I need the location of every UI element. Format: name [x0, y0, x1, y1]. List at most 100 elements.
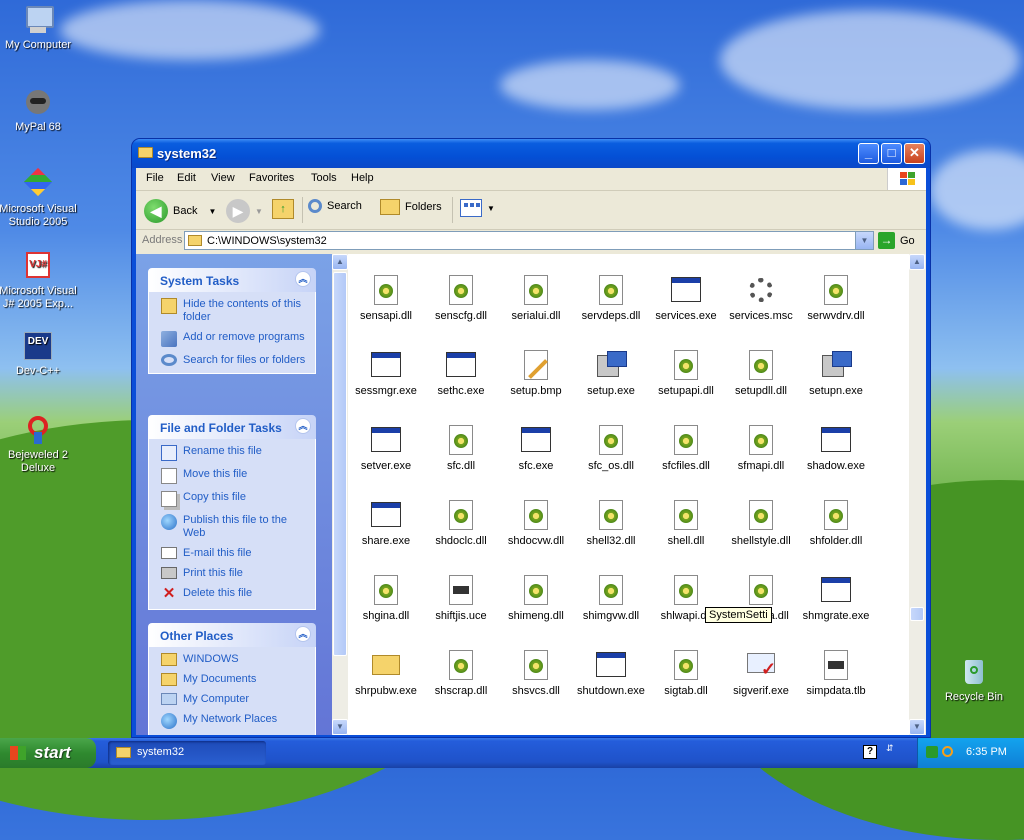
folders-button[interactable]: Folders — [380, 199, 442, 215]
file-item[interactable]: setupdll.dll — [721, 349, 801, 397]
collapse-icon[interactable]: ︽ — [295, 418, 311, 434]
task-copy-file[interactable]: Copy this file — [161, 491, 307, 507]
task-print-file[interactable]: Print this file — [161, 567, 307, 580]
menu-edit[interactable]: Edit — [177, 172, 196, 184]
file-item[interactable]: setver.exe — [346, 424, 426, 472]
up-folder-button[interactable]: ↑ — [272, 199, 294, 219]
chevron-down-icon[interactable]: ▼ — [208, 207, 216, 216]
scroll-thumb[interactable] — [910, 607, 924, 621]
go-button[interactable]: → Go — [878, 232, 915, 249]
task-delete-file[interactable]: ✕ Delete this file — [161, 586, 307, 603]
help-icon[interactable]: ? — [863, 745, 877, 759]
scroll-down-button[interactable]: ▼ — [332, 719, 348, 735]
panel-header[interactable]: System Tasks ︽ — [148, 268, 316, 292]
back-button[interactable]: ◀ Back ▼ — [144, 199, 216, 223]
search-tray-icon[interactable] — [942, 746, 953, 757]
views-button[interactable]: ▼ — [460, 199, 495, 217]
file-item[interactable]: senscfg.dll — [421, 274, 501, 322]
file-item[interactable]: serialui.dll — [496, 274, 576, 322]
address-dropdown-button[interactable]: ▼ — [855, 232, 873, 249]
scroll-up-button[interactable]: ▲ — [332, 254, 348, 270]
task-email-file[interactable]: E-mail this file — [161, 547, 307, 560]
address-input[interactable]: C:\WINDOWS\system32 ▼ — [184, 231, 874, 250]
title-bar[interactable]: system32 _ □ ✕ — [132, 139, 930, 168]
desktop-icon-devcpp[interactable]: DEV Dev-C++ — [0, 330, 78, 378]
menu-help[interactable]: Help — [351, 172, 374, 184]
file-item[interactable]: shellstyle.dll — [721, 499, 801, 547]
file-item[interactable]: sfc_os.dll — [571, 424, 651, 472]
file-item[interactable]: shadow.exe — [796, 424, 876, 472]
file-item[interactable]: shdoclc.dll — [421, 499, 501, 547]
search-button[interactable]: Search — [308, 199, 362, 213]
maximize-button[interactable]: □ — [881, 143, 902, 164]
desktop-icon-bejeweled[interactable]: Bejeweled 2 Deluxe — [0, 414, 78, 475]
file-item[interactable]: shimeng.dll — [496, 574, 576, 622]
network-tray-icon[interactable] — [926, 746, 938, 758]
file-item[interactable]: sfmapi.dll — [721, 424, 801, 472]
file-item[interactable]: sethc.exe — [421, 349, 501, 397]
file-item[interactable]: setupn.exe — [796, 349, 876, 397]
file-item[interactable]: sfcfiles.dll — [646, 424, 726, 472]
file-item[interactable]: sigtab.dll — [646, 649, 726, 697]
file-item[interactable]: shfolder.dll — [796, 499, 876, 547]
taskbar-item-system32[interactable]: system32 — [108, 741, 266, 765]
file-item[interactable]: shmgrate.exe — [796, 574, 876, 622]
desktop-icon-visual-jsharp[interactable]: VJ# Microsoft Visual J# 2005 Exp... — [0, 250, 78, 311]
place-my-network[interactable]: My Network Places — [161, 713, 307, 729]
collapse-icon[interactable]: ︽ — [295, 626, 311, 642]
task-hide-contents[interactable]: Hide the contents of this folder — [161, 298, 307, 324]
forward-button[interactable]: ▶ ▼ — [226, 199, 263, 223]
task-publish-web[interactable]: Publish this file to the Web — [161, 514, 307, 540]
file-item[interactable]: services.msc — [721, 274, 801, 322]
task-move-file[interactable]: Move this file — [161, 468, 307, 484]
file-item[interactable]: shscrap.dll — [421, 649, 501, 697]
desktop-icon-visual-studio[interactable]: Microsoft Visual Studio 2005 — [0, 167, 78, 229]
desktop-icon-mypal[interactable]: MyPal 68 — [0, 86, 78, 134]
panel-header[interactable]: File and Folder Tasks ︽ — [148, 415, 316, 439]
file-item[interactable]: serwvdrv.dll — [796, 274, 876, 322]
file-item[interactable]: ✓ sigverif.exe — [721, 649, 801, 697]
file-item[interactable]: setup.exe — [571, 349, 651, 397]
file-item[interactable]: shiftjis.uce — [421, 574, 501, 622]
desktop-icon-recycle-bin[interactable]: Recycle Bin — [934, 656, 1014, 704]
file-list-scrollbar[interactable]: ▲ ▼ — [909, 254, 926, 735]
collapse-icon[interactable]: ︽ — [295, 271, 311, 287]
close-button[interactable]: ✕ — [904, 143, 925, 164]
scroll-up-button[interactable]: ▲ — [909, 254, 925, 270]
menu-tools[interactable]: Tools — [311, 172, 337, 184]
file-item[interactable]: sfc.exe — [496, 424, 576, 472]
file-item[interactable]: sfc.dll — [421, 424, 501, 472]
menu-file[interactable]: File — [146, 172, 164, 184]
file-item[interactable]: shrpubw.exe — [346, 649, 426, 697]
file-item[interactable]: share.exe — [346, 499, 426, 547]
file-item[interactable]: setup.bmp — [496, 349, 576, 397]
file-item[interactable]: sensapi.dll — [346, 274, 426, 322]
place-my-computer[interactable]: My Computer — [161, 693, 307, 706]
file-item[interactable]: servdeps.dll — [571, 274, 651, 322]
chevron-down-icon[interactable]: ▼ — [255, 207, 263, 216]
menu-view[interactable]: View — [211, 172, 235, 184]
file-item[interactable]: setupapi.dll — [646, 349, 726, 397]
desktop-icon-my-computer[interactable]: My Computer — [0, 4, 78, 52]
file-item[interactable]: sessmgr.exe — [346, 349, 426, 397]
place-my-documents[interactable]: My Documents — [161, 673, 307, 686]
minimize-button[interactable]: _ — [858, 143, 879, 164]
file-item[interactable]: shsvcs.dll — [496, 649, 576, 697]
menu-favorites[interactable]: Favorites — [249, 172, 294, 184]
lang-icon[interactable]: ⇵ — [886, 743, 894, 754]
scroll-down-button[interactable]: ▼ — [909, 719, 925, 735]
scroll-thumb[interactable] — [333, 272, 347, 656]
start-button[interactable]: start — [0, 738, 96, 768]
task-rename-file[interactable]: Rename this file — [161, 445, 307, 461]
file-item[interactable]: shgina.dll — [346, 574, 426, 622]
file-item[interactable]: shdocvw.dll — [496, 499, 576, 547]
place-windows[interactable]: WINDOWS — [161, 653, 307, 666]
file-item[interactable]: simpdata.tlb — [796, 649, 876, 697]
file-item[interactable]: shell32.dll — [571, 499, 651, 547]
task-add-remove-programs[interactable]: Add or remove programs — [161, 331, 307, 347]
file-item[interactable]: shimgvw.dll — [571, 574, 651, 622]
panel-header[interactable]: Other Places ︽ — [148, 623, 316, 647]
file-item[interactable]: shell.dll — [646, 499, 726, 547]
file-item[interactable]: services.exe — [646, 274, 726, 322]
task-search-files[interactable]: Search for files or folders — [161, 354, 307, 367]
